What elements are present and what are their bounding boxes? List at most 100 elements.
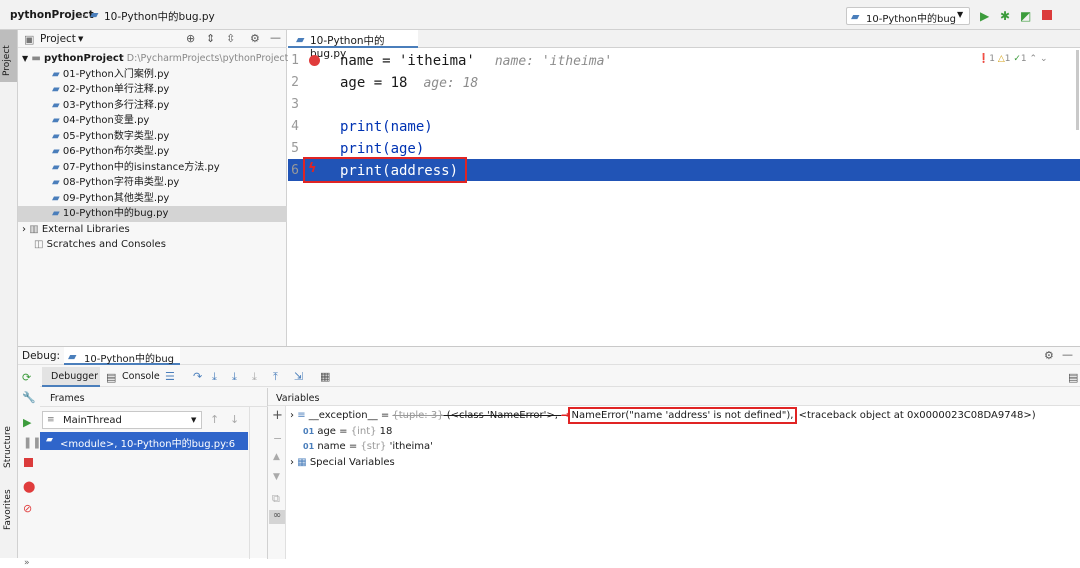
project-tool-button[interactable]: Project [0, 30, 17, 82]
tree-file[interactable]: ▰ 06-Python布尔类型.py [18, 144, 287, 160]
mute-breakpoints-icon[interactable]: ⊘ [23, 502, 32, 515]
tree-file[interactable]: ▰ 01-Python入门案例.py [18, 67, 287, 83]
python-icon: ▰ [46, 435, 53, 445]
copy-icon[interactable]: ⧉ [272, 492, 280, 506]
stop-icon[interactable] [1042, 10, 1052, 20]
force-step-into-icon[interactable]: ⤓ [252, 370, 257, 384]
editor-tab-bar: ▰ 10-Python中的bug.py [288, 30, 1080, 60]
nav-file[interactable]: 10-Python中的bug.py [104, 9, 215, 24]
equals: = [377, 410, 393, 421]
folder-icon: ▬ [31, 53, 41, 64]
variable-row-name[interactable]: 01 name = {str} 'itheima' [290, 439, 1080, 455]
pause-icon[interactable]: ❚❚ [23, 436, 41, 449]
tree-file[interactable]: ▰ 08-Python字符串类型.py [18, 175, 287, 191]
root-name: pythonProject [43, 53, 124, 64]
project-view-select[interactable]: Project [40, 33, 76, 45]
chevron-right-icon: › [82, 9, 87, 22]
step-into-icon[interactable]: ⤓ [212, 370, 217, 384]
code-line: print(name) [340, 119, 433, 135]
equals: = [335, 425, 351, 437]
tree-scratches[interactable]: ◫ Scratches and Consoles [18, 237, 287, 253]
chevron-up-icon: ⌃ [1029, 54, 1038, 64]
structure-tool-label[interactable]: Structure [3, 426, 13, 468]
chevron-down-icon[interactable]: ▼ [78, 35, 83, 43]
run-icon[interactable]: ▶ [980, 9, 989, 23]
inspection-widget[interactable]: ❗1 △1 ✓1 ⌃ ⌄ [978, 54, 1047, 64]
tree-root[interactable]: ▼ ▬ pythonProject D:\PycharmProjects\pyt… [18, 51, 288, 67]
coverage-icon[interactable]: ◩ [1020, 9, 1031, 23]
glasses-icon[interactable]: ∞ [269, 510, 285, 524]
gear-icon[interactable]: ⚙ [250, 32, 260, 45]
tree-file[interactable]: ▰ 04-Python变量.py [18, 113, 287, 129]
tree-external-libraries[interactable]: › ▥ External Libraries [18, 222, 287, 238]
scratches-label: Scratches and Consoles [46, 239, 166, 250]
layout-settings-icon[interactable]: ▤ [1068, 371, 1078, 384]
step-out-icon[interactable]: ⤒ [273, 370, 278, 384]
collapse-all-icon[interactable]: ⇳ [226, 32, 235, 45]
expand-all-icon[interactable]: ⇕ [206, 32, 215, 45]
evaluate-expression-icon[interactable]: ▦ [320, 370, 330, 383]
minimize-icon[interactable]: — [1062, 348, 1073, 361]
tree-file[interactable]: ▰ 07-Python中的isinstance方法.py [18, 160, 287, 176]
variable-value-tail: <traceback object at 0x0000023C08DA9748>… [795, 410, 1036, 421]
thread-select[interactable]: ≡ MainThread ▼ [42, 411, 202, 429]
gear-icon[interactable]: ⚙ [1044, 349, 1054, 362]
run-config-select[interactable]: ▰ 10-Python中的bug ▼ [846, 7, 970, 25]
debug-icon[interactable]: ✱ [1000, 9, 1010, 23]
minimize-icon[interactable]: — [270, 31, 281, 44]
add-watch-icon[interactable]: + [272, 408, 283, 423]
list-icon: ≡ [297, 410, 306, 421]
locate-icon[interactable]: ⊕ [186, 32, 195, 45]
move-up-icon[interactable]: ▲ [273, 452, 280, 462]
resume-icon[interactable]: ▶ [23, 416, 31, 429]
run-config-label: 10-Python中的bug [866, 14, 957, 25]
navigation-bar: pythonProject › ▰ 10-Python中的bug.py ▰ 10… [0, 0, 1080, 30]
step-over-icon[interactable]: ↷ [193, 370, 202, 383]
wrench-icon[interactable]: 🔧 [22, 391, 36, 404]
favorites-tool-label[interactable]: Favorites [3, 489, 13, 530]
tree-file-selected[interactable]: ▰ 10-Python中的bug.py [18, 206, 287, 222]
rerun-icon[interactable]: ⟳ [22, 371, 31, 384]
stop-icon[interactable] [24, 458, 33, 467]
step-into-my-code-icon[interactable]: ⤓ [232, 370, 237, 384]
view-breakpoints-icon[interactable]: ⬤ [23, 480, 35, 493]
check-icon: ✓ [1013, 54, 1021, 64]
tree-file[interactable]: ▰ 03-Python多行注释.py [18, 98, 287, 114]
folder-icon: ▣ [24, 33, 35, 46]
variable-row-age[interactable]: 01 age = {int} 18 [290, 424, 1080, 440]
file-label: 02-Python单行注释.py [62, 84, 170, 95]
code-area[interactable]: name = 'itheima' name: 'itheima' age = 18… [340, 50, 612, 182]
editor-tab[interactable]: ▰ 10-Python中的bug.py [288, 30, 418, 60]
tab-debugger[interactable]: Debugger [42, 367, 100, 387]
variable-type: {int} [350, 425, 377, 437]
external-label: External Libraries [41, 223, 130, 235]
arrow-down-icon[interactable]: ↓ [230, 413, 239, 426]
frame-row-selected[interactable]: ▰ <module>, 10-Python中的bug.py:6 [40, 432, 248, 450]
remove-watch-icon[interactable]: − [273, 432, 282, 445]
variable-row-exception[interactable]: › ≡ __exception__ = {tuple: 3} (<class '… [290, 407, 1080, 424]
divider [40, 406, 268, 407]
project-panel-header: ▣ Project ▼ ⊕ ⇕ ⇳ ⚙ — [18, 30, 287, 48]
variable-value: (<class 'NameError'>, [443, 410, 562, 421]
breakpoint-icon[interactable] [309, 55, 320, 66]
python-file-icon: ▰ [52, 146, 60, 157]
code-line: name = 'itheima' [340, 53, 475, 69]
move-down-icon[interactable]: ▼ [273, 472, 280, 482]
tree-file[interactable]: ▰ 02-Python单行注释.py [18, 82, 287, 98]
debug-header: Debug: ▰ 10-Python中的bug ⚙ — [18, 347, 1080, 365]
more-icon[interactable]: » [24, 558, 30, 568]
show-execution-point-icon[interactable]: ☰ [165, 370, 175, 383]
variable-row-special[interactable]: › ▦ Special Variables [290, 455, 1080, 471]
arrow-up-icon[interactable]: ↑ [210, 413, 219, 426]
tree-file[interactable]: ▰ 09-Python其他类型.py [18, 191, 287, 207]
variable-name: __exception__ [308, 410, 378, 421]
run-to-cursor-icon[interactable]: ⇲ [294, 370, 303, 383]
editor-scrollbar[interactable] [1076, 50, 1079, 130]
project-panel: ▣ Project ▼ ⊕ ⇕ ⇳ ⚙ — ▼ ▬ pythonProject … [18, 30, 288, 346]
variable-type: {tuple: 3} [392, 410, 444, 421]
code-line: age = 18 [340, 75, 408, 91]
error-count: 1 [989, 54, 995, 64]
tab-console[interactable]: ▤ Console [104, 367, 164, 387]
debug-session-tab[interactable]: ▰ 10-Python中的bug [64, 347, 180, 365]
tree-file[interactable]: ▰ 05-Python数字类型.py [18, 129, 287, 145]
